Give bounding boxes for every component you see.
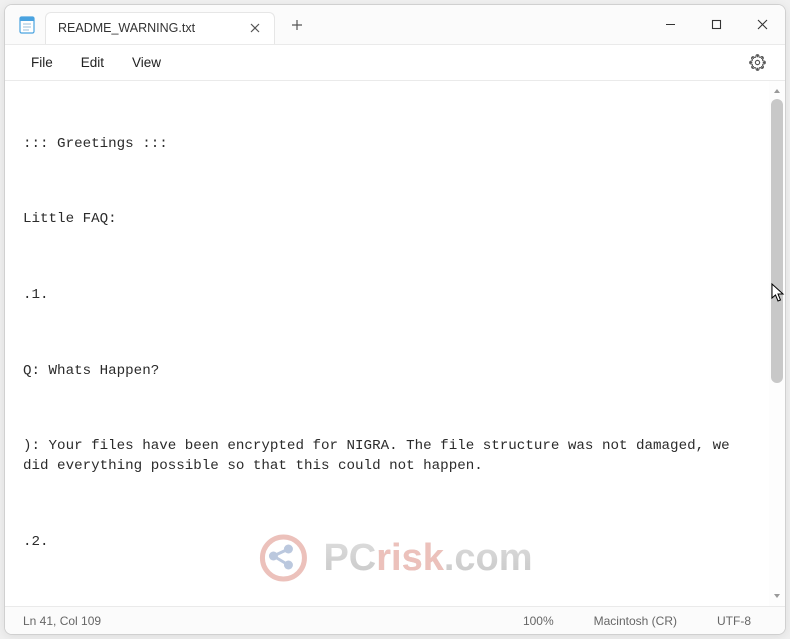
menu-file[interactable]: File xyxy=(17,49,67,76)
tab-area: README_WARNING.txt xyxy=(5,5,647,44)
text-line: ::: Greetings ::: xyxy=(23,135,761,155)
menu-view[interactable]: View xyxy=(118,49,175,76)
new-tab-button[interactable] xyxy=(281,9,313,41)
text-line: .2. xyxy=(23,533,761,553)
titlebar: README_WARNING.txt xyxy=(5,5,785,45)
text-line: Q: Whats Happen? xyxy=(23,362,761,382)
status-encoding: UTF-8 xyxy=(697,614,771,628)
text-line: ): Your files have been encrypted for NI… xyxy=(23,437,761,477)
window-controls xyxy=(647,5,785,44)
tab-title: README_WARNING.txt xyxy=(58,21,244,35)
maximize-button[interactable] xyxy=(693,5,739,44)
status-cursor-position: Ln 41, Col 109 xyxy=(19,614,121,628)
editor-area: ::: Greetings ::: Little FAQ: .1. Q: Wha… xyxy=(5,81,785,606)
status-line-ending: Macintosh (CR) xyxy=(574,614,697,628)
notepad-window: README_WARNING.txt File Edit View xyxy=(4,4,786,635)
close-tab-icon[interactable] xyxy=(244,17,266,39)
minimize-button[interactable] xyxy=(647,5,693,44)
scroll-up-arrow[interactable] xyxy=(769,83,785,99)
notepad-app-icon xyxy=(17,15,37,35)
close-window-button[interactable] xyxy=(739,5,785,44)
vertical-scrollbar[interactable] xyxy=(769,81,785,606)
status-zoom[interactable]: 100% xyxy=(503,614,574,628)
scroll-down-arrow[interactable] xyxy=(769,588,785,604)
menubar: File Edit View xyxy=(5,45,785,81)
settings-button[interactable] xyxy=(741,47,773,79)
menu-edit[interactable]: Edit xyxy=(67,49,118,76)
document-tab[interactable]: README_WARNING.txt xyxy=(45,12,275,44)
scroll-thumb[interactable] xyxy=(771,99,783,383)
scroll-track[interactable] xyxy=(769,99,785,588)
statusbar: Ln 41, Col 109 100% Macintosh (CR) UTF-8 xyxy=(5,606,785,634)
text-line: Little FAQ: xyxy=(23,210,761,230)
text-line: .1. xyxy=(23,286,761,306)
text-content[interactable]: ::: Greetings ::: Little FAQ: .1. Q: Wha… xyxy=(5,81,769,606)
